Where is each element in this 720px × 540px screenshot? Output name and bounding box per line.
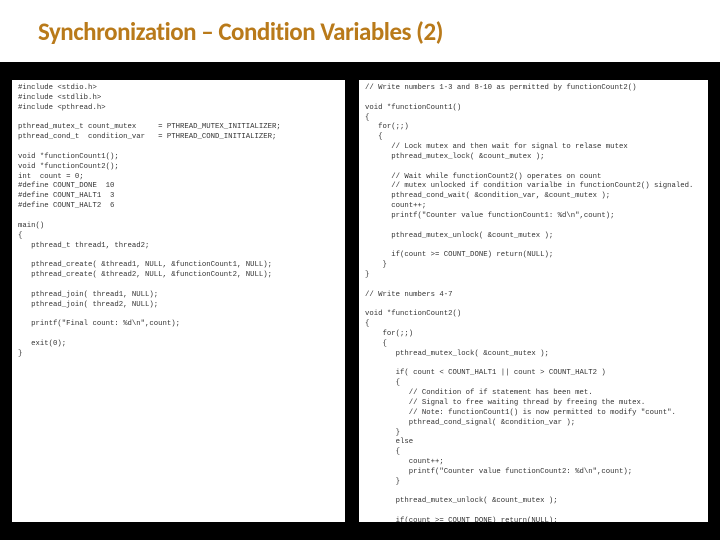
slide-root: Synchronization – Condition Variables (2… [0,0,720,540]
title-bar: Synchronization – Condition Variables (2… [0,0,720,62]
slide-title: Synchronization – Condition Variables (2… [38,16,443,47]
code-area: #include <stdio.h> #include <stdlib.h> #… [12,80,708,522]
code-left-column: #include <stdio.h> #include <stdlib.h> #… [12,80,345,522]
code-right-column: // Write numbers 1-3 and 8-10 as permitt… [359,80,708,522]
